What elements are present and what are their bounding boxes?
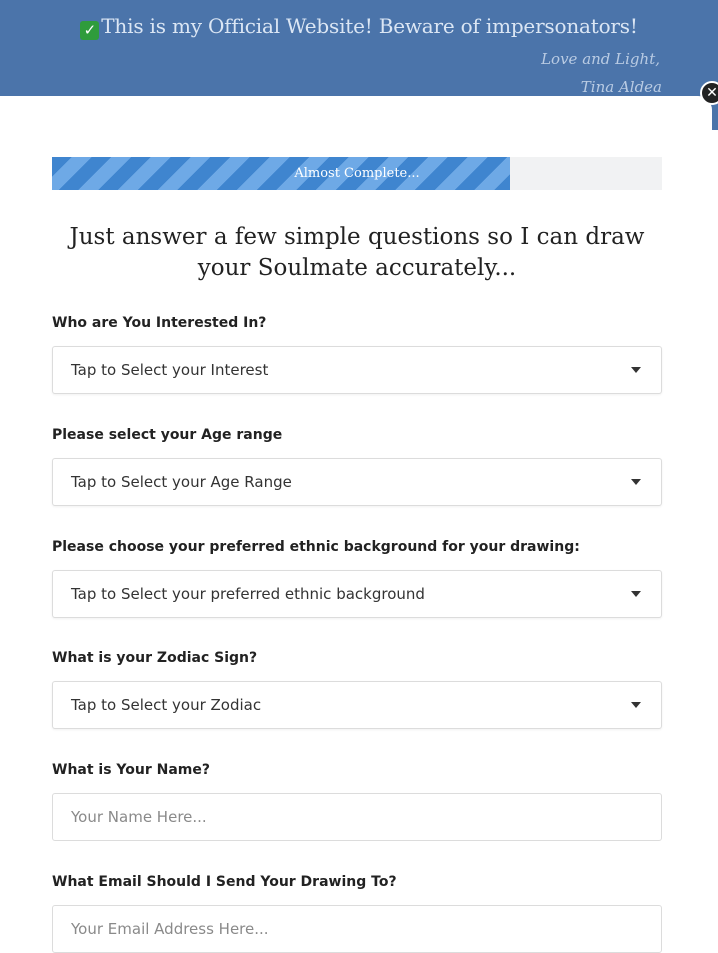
page-title: Just answer a few simple questions so I … — [69, 224, 645, 281]
age-select-value: Tap to Select your Age Range — [71, 473, 292, 491]
zodiac-select-value: Tap to Select your Zodiac — [71, 696, 262, 714]
interest-select-value: Tap to Select your Interest — [71, 361, 269, 379]
check-icon: ✓ — [80, 21, 100, 40]
zodiac-label: What is your Zodiac Sign? — [52, 650, 258, 666]
chevron-down-icon — [631, 591, 641, 597]
chevron-down-icon — [631, 702, 641, 708]
signoff-line2: Tina Aldea — [580, 78, 662, 96]
interest-select[interactable]: Tap to Select your Interest — [52, 346, 662, 394]
name-input[interactable] — [52, 793, 662, 841]
name-label: What is Your Name? — [52, 762, 211, 778]
signoff-line1: Love and Light, — [541, 50, 660, 68]
close-icon: ✕ — [706, 85, 718, 101]
chevron-down-icon — [631, 367, 641, 373]
age-label: Please select your Age range — [52, 427, 283, 443]
interest-label: Who are You Interested In? — [52, 315, 267, 331]
page: ✓ This is my Official Website! Beware of … — [0, 0, 718, 953]
email-label: What Email Should I Send Your Drawing To… — [52, 874, 397, 890]
ethnic-select-value: Tap to Select your preferred ethnic back… — [71, 585, 425, 603]
progress-bar: Almost Complete... — [52, 157, 662, 190]
age-select[interactable]: Tap to Select your Age Range — [52, 458, 662, 506]
ethnic-label: Please choose your preferred ethnic back… — [52, 539, 580, 555]
banner-title-text: This is my Official Website! Beware of i… — [101, 14, 638, 38]
ethnic-select[interactable]: Tap to Select your preferred ethnic back… — [52, 570, 662, 618]
email-input[interactable] — [52, 905, 662, 953]
zodiac-select[interactable]: Tap to Select your Zodiac — [52, 681, 662, 729]
close-button[interactable]: ✕ — [700, 81, 718, 105]
banner-title: ✓ This is my Official Website! Beware of … — [0, 14, 718, 40]
progress-label: Almost Complete... — [294, 166, 420, 181]
chevron-down-icon — [631, 479, 641, 485]
